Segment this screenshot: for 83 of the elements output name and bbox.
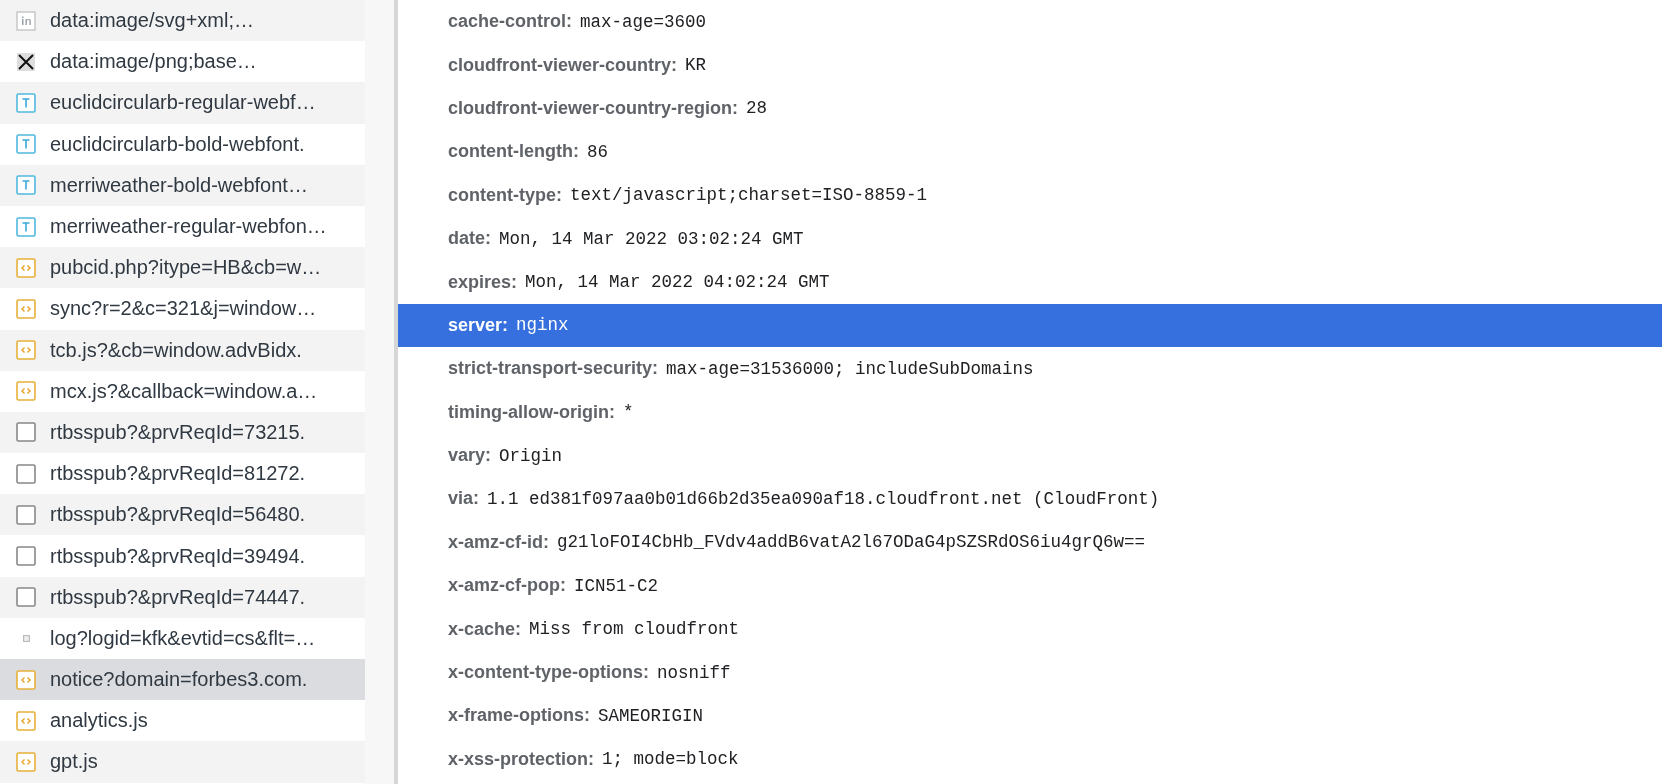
header-row[interactable]: via: 1.1 ed381f097aa0b01d66b2d35ea090af18.cloudfront.net (CloudFront) bbox=[398, 477, 1662, 521]
header-row[interactable]: x-content-type-options: nosniff bbox=[398, 650, 1662, 695]
header-row[interactable]: timing-allow-origin: * bbox=[398, 390, 1662, 434]
header-row[interactable]: x-cache: Miss from cloudfront bbox=[398, 607, 1662, 651]
header-name: x-frame-options: bbox=[448, 705, 590, 727]
header-value: 28 bbox=[746, 98, 768, 119]
header-row[interactable]: x-xss-protection: 1; mode=block bbox=[398, 737, 1662, 782]
font-file-icon bbox=[16, 216, 36, 237]
header-name: x-amz-cf-pop: bbox=[448, 575, 566, 597]
script-file-icon bbox=[16, 669, 36, 690]
script-file-icon bbox=[16, 340, 36, 361]
header-value: Mon, 14 Mar 2022 03:02:24 GMT bbox=[499, 228, 804, 249]
document-file-icon bbox=[16, 463, 36, 484]
request-row[interactable]: pubcid.php?itype=HB&cb=w… bbox=[0, 247, 365, 289]
request-row[interactable]: gpt.js bbox=[0, 741, 365, 783]
header-value: 86 bbox=[587, 141, 608, 162]
header-value: nginx bbox=[516, 315, 569, 336]
header-row[interactable]: cloudfront-viewer-country: KR bbox=[398, 43, 1662, 87]
header-name: date: bbox=[448, 228, 491, 250]
header-name: x-content-type-options: bbox=[448, 662, 649, 684]
request-row[interactable]: euclidcircularb-regular-webf… bbox=[0, 82, 365, 124]
header-row[interactable]: content-type: text/javascript;charset=ISO-8859-1 bbox=[398, 173, 1662, 217]
request-row[interactable]: rtbsspub?&prvReqId=56480. bbox=[0, 494, 365, 536]
header-value: 1; mode=block bbox=[602, 749, 739, 770]
header-row[interactable]: content-length: 86 bbox=[398, 130, 1662, 174]
request-row[interactable]: tcb.js?&cb=window.advBidx. bbox=[0, 329, 365, 371]
request-row[interactable]: data:image/svg+xml;… bbox=[0, 0, 365, 42]
header-value: g21loFOI4CbHb_FVdv4addB6vatA2l67ODaG4pSZSRdOS6iu4grQ6w== bbox=[557, 532, 1146, 553]
script-file-icon bbox=[16, 751, 36, 772]
header-name: cloudfront-viewer-country-region: bbox=[448, 97, 738, 119]
font-file-icon bbox=[16, 134, 36, 155]
font-file-icon bbox=[16, 92, 36, 113]
header-name: via: bbox=[448, 488, 480, 510]
font-file-icon bbox=[16, 175, 36, 196]
request-row[interactable]: notice?domain=forbes3.com. bbox=[0, 659, 365, 701]
header-row[interactable]: expires: Mon, 14 Mar 2022 04:02:24 GMT bbox=[398, 260, 1662, 304]
header-name: strict-transport-security: bbox=[448, 358, 659, 380]
header-name: x-amz-cf-id: bbox=[448, 531, 549, 553]
header-name: expires: bbox=[448, 271, 518, 293]
header-value: text/javascript;charset=ISO-8859-1 bbox=[570, 185, 928, 206]
header-value: max-age=31536000; includeSubDomains bbox=[666, 358, 1034, 379]
broken-image-icon bbox=[16, 51, 36, 72]
document-file-icon bbox=[16, 546, 36, 567]
header-name: x-cache: bbox=[448, 618, 522, 640]
script-file-icon bbox=[16, 298, 36, 319]
header-value: max-age=3600 bbox=[580, 11, 707, 32]
header-name: content-length: bbox=[448, 141, 579, 163]
header-row[interactable]: cloudfront-viewer-country-region: 28 bbox=[398, 86, 1662, 131]
header-value: 1.1 ed381f097aa0b01d66b2d35ea090af18.cloudfront.net (CloudFront) bbox=[487, 489, 1160, 509]
header-row[interactable]: vary: Origin bbox=[398, 433, 1662, 478]
header-row[interactable]: strict-transport-security: max-age=31536000; includeSubDomains bbox=[398, 347, 1662, 391]
request-row[interactable]: rtbsspub?&prvReqId=73215. bbox=[0, 411, 365, 454]
header-value: SAMEORIGIN bbox=[598, 705, 704, 726]
small-square-icon bbox=[22, 634, 30, 642]
image-file-icon bbox=[16, 10, 36, 31]
header-name: server: bbox=[448, 314, 509, 336]
header-value: Miss from cloudfront bbox=[529, 619, 740, 640]
header-value: Mon, 14 Mar 2022 04:02:24 GMT bbox=[525, 272, 830, 293]
header-row[interactable]: cache-control: max-age=3600 bbox=[398, 0, 1662, 44]
header-name: cache-control: bbox=[448, 11, 573, 33]
document-file-icon bbox=[16, 422, 36, 443]
header-row[interactable]: x-frame-options: SAMEORIGIN bbox=[398, 694, 1662, 738]
header-name: x-xss-protection: bbox=[448, 748, 595, 770]
header-row[interactable]: x-amz-cf-pop: ICN51-C2 bbox=[398, 564, 1662, 608]
header-value: KR bbox=[685, 55, 707, 76]
header-row[interactable]: server: nginx bbox=[398, 303, 1662, 348]
script-file-icon bbox=[16, 381, 36, 402]
script-file-icon bbox=[16, 257, 36, 278]
document-file-icon bbox=[16, 504, 36, 525]
script-file-icon bbox=[16, 710, 36, 731]
header-value: ICN51-C2 bbox=[574, 575, 658, 596]
header-name: timing-allow-origin: bbox=[448, 401, 615, 423]
header-row[interactable]: x-amz-cf-id: g21loFOI4CbHb_FVdv4addB6vatA2l67ODaG4pSZSRdOS6iu4grQ6w== bbox=[398, 520, 1662, 565]
header-row[interactable]: date: Mon, 14 Mar 2022 03:02:24 GMT bbox=[398, 216, 1662, 261]
header-name: content-type: bbox=[448, 184, 562, 206]
request-row[interactable]: merriweather-bold-webfont… bbox=[0, 164, 365, 206]
header-value: nosniff bbox=[657, 662, 731, 683]
request-row[interactable]: rtbsspub?&prvReqId=74447. bbox=[0, 576, 365, 618]
header-name: vary: bbox=[448, 445, 492, 467]
header-value: * bbox=[623, 402, 634, 423]
header-value: Origin bbox=[499, 445, 563, 466]
document-file-icon bbox=[16, 587, 36, 608]
header-name: cloudfront-viewer-country: bbox=[448, 54, 677, 76]
